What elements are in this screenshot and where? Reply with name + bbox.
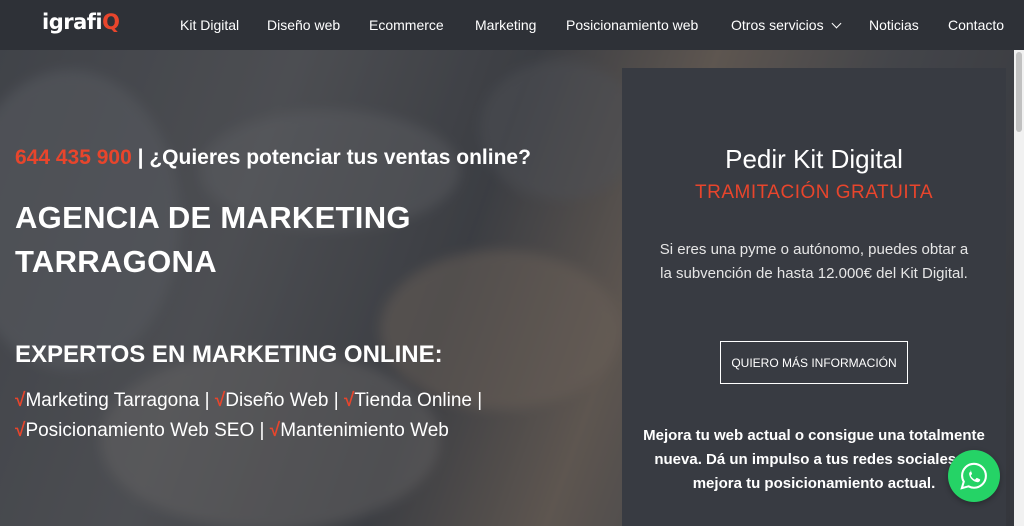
check-icon: √	[15, 420, 26, 441]
hero-subtitle: EXPERTOS EN MARKETING ONLINE:	[15, 341, 443, 368]
check-icon: √	[214, 390, 226, 411]
nav-item-otros-servicios[interactable]: Otros servicios	[731, 17, 842, 33]
separator: |	[254, 420, 270, 441]
site-logo[interactable]: igrafiQ	[42, 10, 120, 34]
nav-item-posicionamiento-web[interactable]: Posicionamiento web	[566, 17, 698, 33]
nav-item-otros-servicios-label: Otros servicios	[731, 17, 824, 33]
service-item-tienda-online: Tienda Online	[354, 390, 472, 411]
kit-digital-panel: Pedir Kit Digital TRAMITACIÓN GRATUITA S…	[622, 68, 1006, 526]
nav-item-contacto[interactable]: Contacto	[948, 17, 1004, 33]
service-item-mantenimiento: Mantenimiento Web	[280, 420, 449, 441]
panel-title: Pedir Kit Digital	[725, 144, 903, 174]
nav-item-marketing[interactable]: Marketing	[475, 17, 536, 33]
hero-phone-line: 644 435 900 | ¿Quieres potenciar tus ven…	[15, 146, 531, 170]
nav-item-ecommerce[interactable]: Ecommerce	[369, 17, 444, 33]
panel-description: Si eres una pyme o autónomo, puedes obta…	[659, 241, 969, 282]
chevron-down-icon	[831, 18, 842, 29]
hero-title-line1: AGENCIA DE MARKETING	[15, 200, 411, 235]
scrollbar-thumb[interactable]	[1016, 52, 1022, 132]
service-item-diseno-web: Diseño Web	[225, 390, 329, 411]
hero-title: AGENCIA DE MARKETING TARRAGONA	[15, 196, 411, 284]
check-icon: √	[15, 390, 26, 411]
separator: |	[199, 390, 215, 411]
separator: |	[471, 390, 483, 411]
panel-subtitle: TRAMITACIÓN GRATUITA	[695, 182, 933, 203]
nav-item-kit-digital[interactable]: Kit Digital	[180, 17, 239, 33]
check-icon: √	[269, 420, 281, 441]
nav-item-diseno-web[interactable]: Diseño web	[267, 17, 340, 33]
hero-tagline: | ¿Quieres potenciar tus ventas online?	[131, 146, 531, 169]
whatsapp-button[interactable]	[948, 450, 1000, 502]
hero-title-line2: TARRAGONA	[15, 244, 217, 279]
main-navbar: igrafiQ Kit Digital Diseño web Ecommerce…	[0, 0, 1024, 50]
more-info-button[interactable]: QUIERO MÁS INFORMACIÓN	[720, 341, 908, 384]
nav-item-noticias[interactable]: Noticias	[869, 17, 919, 33]
service-item-marketing: Marketing Tarragona	[25, 390, 200, 411]
whatsapp-icon	[960, 462, 987, 490]
check-icon: √	[343, 390, 355, 411]
panel-bold-text: Mejora tu web actual o consigue una tota…	[643, 427, 985, 492]
phone-number-link[interactable]: 644 435 900	[15, 146, 132, 169]
separator: |	[328, 390, 344, 411]
services-list: √Marketing Tarragona | √Diseño Web | √Ti…	[15, 386, 575, 446]
service-item-seo: Posicionamiento Web SEO	[25, 420, 255, 441]
